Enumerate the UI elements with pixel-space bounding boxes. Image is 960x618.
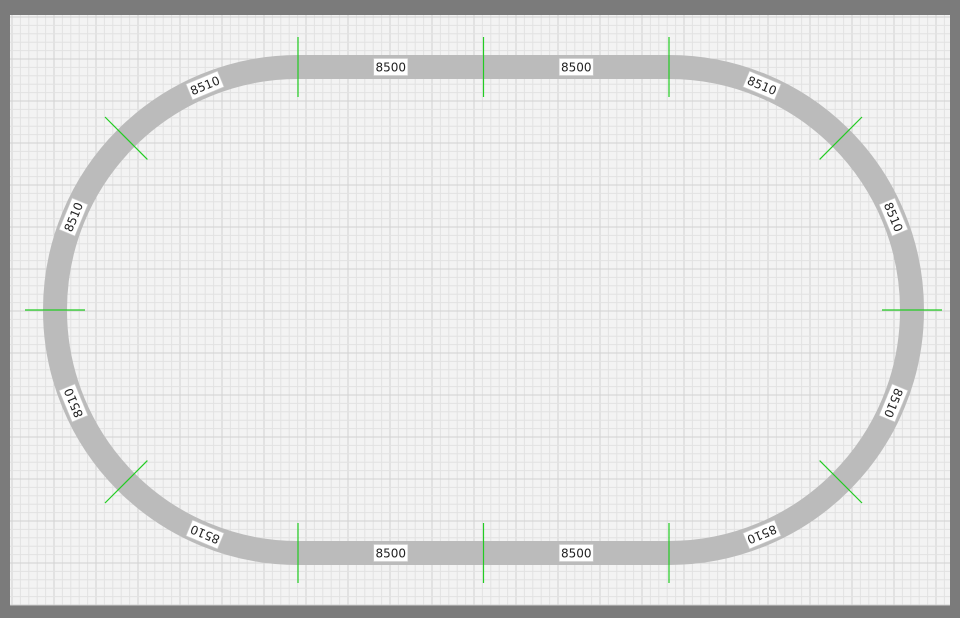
track-part-number: 8500 [561,60,592,74]
track-layout-drawing[interactable]: 8500 850085108510851085108500850085108510… [0,0,960,618]
track-part-number: 8500 [375,60,406,74]
window-frame: 8500 8500 8510 8510 8510 8510 8500 8500 8510 8510… [0,0,960,618]
track-label-straight-top-right: 8500 [558,58,594,76]
track-part-number: 8500 [375,546,406,560]
track-label-straight-bottom-right: 8500 [558,544,594,562]
layout-canvas[interactable]: 8500 8500 8510 8510 8510 8510 8500 8500 8510 8510… [0,0,960,618]
track-label-straight-top-left: 8500 [373,58,409,76]
track-label-straight-bottom-left: 8500 [373,544,409,562]
track-part-number: 8500 [561,546,592,560]
